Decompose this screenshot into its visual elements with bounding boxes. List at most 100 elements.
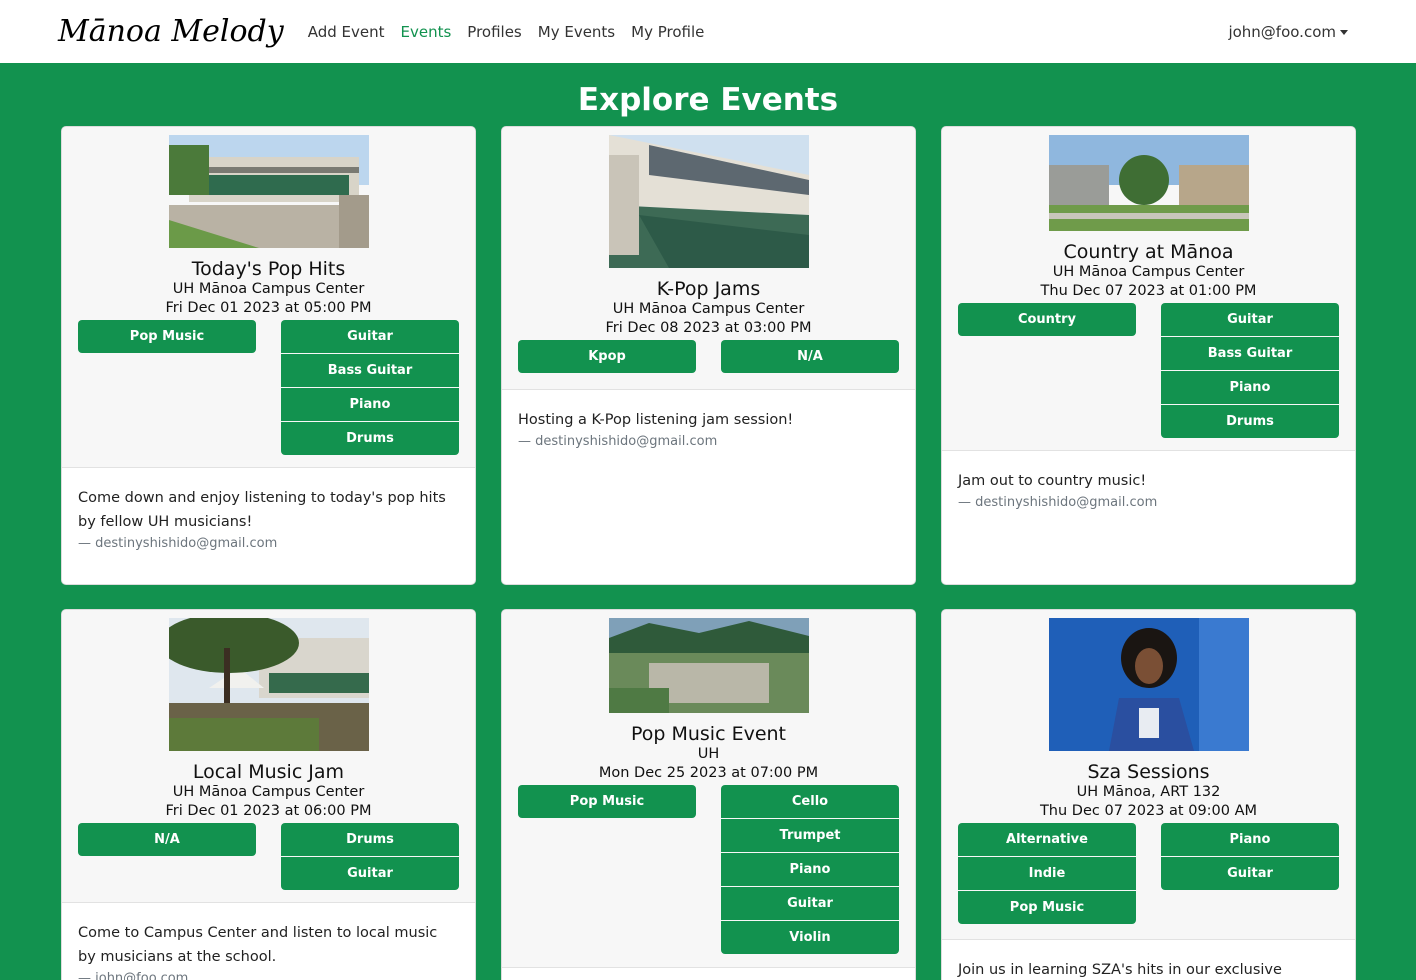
instrument-tags: Cello Trumpet Piano Guitar Violin [721,785,899,955]
instrument-tags: Guitar Bass Guitar Piano Drums [281,320,459,456]
instrument-tag[interactable]: Guitar [1161,303,1339,336]
event-date: Fri Dec 01 2023 at 06:00 PM [165,803,372,819]
genre-tag[interactable]: Kpop [518,340,696,373]
event-date: Fri Dec 08 2023 at 03:00 PM [605,320,812,336]
event-image [608,618,809,713]
event-card-body: Hosting a K-Pop listening jam session! —… [502,390,915,467]
event-author: — destinyshishido@gmail.com [78,536,278,551]
event-card: Today's Pop Hits UH Mānoa Campus Center … [61,126,476,585]
genre-tags: Alternative Indie Pop Music [958,823,1136,925]
instrument-tag[interactable]: Drums [281,823,459,856]
event-location: UH Mānoa Campus Center [612,301,805,317]
nav-events[interactable]: Events [400,23,451,41]
event-card: K-Pop Jams UH Mānoa Campus Center Fri De… [501,126,916,585]
event-card-body [502,968,915,980]
event-card-body: Come down and enjoy listening to today's… [62,468,475,569]
user-email: john@foo.com [1228,22,1336,41]
event-title: Today's Pop Hits [191,258,346,280]
event-location: UH Mānoa Campus Center [172,281,365,297]
genre-tags: Kpop [518,340,696,374]
instrument-tags: Guitar Bass Guitar Piano Drums [1161,303,1339,439]
event-description: Join us in learning SZA's hits in our ex… [958,962,1282,978]
genre-tag[interactable]: N/A [78,823,256,856]
nav-add-event[interactable]: Add Event [308,23,385,41]
brand-logo[interactable]: Mānoa Melody [58,14,284,49]
event-title: K-Pop Jams [656,278,761,300]
genre-tags: Country [958,303,1136,439]
event-tags: Pop Music Guitar Bass Guitar Piano Drums [78,320,459,456]
genre-tag[interactable]: Pop Music [78,320,256,353]
genre-tags: N/A [78,823,256,891]
instrument-tag[interactable]: N/A [721,340,899,373]
caret-down-icon [1340,29,1348,35]
event-image [1048,618,1249,751]
event-title: Pop Music Event [630,723,787,745]
event-date: Thu Dec 07 2023 at 01:00 PM [1040,283,1257,299]
instrument-tag[interactable]: Guitar [721,887,899,920]
event-author: — destinyshishido@gmail.com [958,495,1158,510]
event-title: Local Music Jam [192,761,345,783]
event-card-header: Country at Mānoa UH Mānoa Campus Center … [942,127,1355,451]
event-image [608,135,809,268]
event-date: Fri Dec 01 2023 at 05:00 PM [165,300,372,316]
instrument-tag[interactable]: Bass Guitar [281,354,459,387]
event-location: UH Mānoa Campus Center [1052,264,1245,280]
event-location: UH Mānoa Campus Center [172,784,365,800]
event-description: Come down and enjoy listening to today's… [78,490,446,530]
genre-tag[interactable]: Pop Music [518,785,696,818]
genre-tag[interactable]: Alternative [958,823,1136,856]
event-tags: Country Guitar Bass Guitar Piano Drums [958,303,1339,439]
navbar: Mānoa Melody Add Event Events Profiles M… [0,0,1416,63]
instrument-tags: N/A [721,340,899,374]
event-card: Pop Music Event UH Mon Dec 25 2023 at 07… [501,609,916,980]
instrument-tag[interactable]: Bass Guitar [1161,337,1339,370]
event-description: Hosting a K-Pop listening jam session! [518,412,794,428]
event-date: Mon Dec 25 2023 at 07:00 PM [598,765,819,781]
user-dropdown[interactable]: john@foo.com [1228,23,1348,41]
event-date: Thu Dec 07 2023 at 09:00 AM [1039,803,1258,819]
genre-tag[interactable]: Indie [958,857,1136,890]
genre-tag[interactable]: Pop Music [958,891,1136,924]
event-location: UH [697,746,720,762]
instrument-tag[interactable]: Drums [1161,405,1339,438]
event-tags: N/A Drums Guitar [78,823,459,891]
genre-tag[interactable]: Country [958,303,1136,336]
instrument-tag[interactable]: Piano [1161,823,1339,856]
nav-my-profile[interactable]: My Profile [631,23,704,41]
event-description: Jam out to country music! [958,473,1147,489]
event-image [168,618,369,751]
event-author: — destinyshishido@gmail.com [518,434,718,449]
instrument-tag[interactable]: Piano [1161,371,1339,404]
event-tags: Kpop N/A [518,340,899,374]
instrument-tag[interactable]: Piano [721,853,899,886]
nav-profiles[interactable]: Profiles [467,23,521,41]
instrument-tag[interactable]: Cello [721,785,899,818]
event-image [168,135,369,248]
event-image [1048,135,1249,231]
event-title: Sza Sessions [1087,761,1210,783]
instrument-tags: Piano Guitar [1161,823,1339,925]
event-description: Come to Campus Center and listen to loca… [78,925,438,965]
genre-tags: Pop Music [78,320,256,456]
event-card: Country at Mānoa UH Mānoa Campus Center … [941,126,1356,585]
instrument-tag[interactable]: Drums [281,422,459,455]
nav-my-events[interactable]: My Events [538,23,615,41]
instrument-tag[interactable]: Violin [721,921,899,954]
genre-tags: Pop Music [518,785,696,955]
event-card-body: Come to Campus Center and listen to loca… [62,903,475,980]
event-card-header: K-Pop Jams UH Mānoa Campus Center Fri De… [502,127,915,390]
instrument-tag[interactable]: Guitar [281,320,459,353]
instrument-tag[interactable]: Guitar [281,857,459,890]
instrument-tag[interactable]: Guitar [1161,857,1339,890]
instrument-tag[interactable]: Piano [281,388,459,421]
instrument-tag[interactable]: Trumpet [721,819,899,852]
event-card-header: Local Music Jam UH Mānoa Campus Center F… [62,610,475,903]
event-card-header: Pop Music Event UH Mon Dec 25 2023 at 07… [502,610,915,968]
event-card: Sza Sessions UH Mānoa, ART 132 Thu Dec 0… [941,609,1356,980]
event-card-header: Today's Pop Hits UH Mānoa Campus Center … [62,127,475,468]
event-location: UH Mānoa, ART 132 [1076,784,1221,800]
event-tags: Alternative Indie Pop Music Piano Guitar [958,823,1339,925]
event-card-body: Join us in learning SZA's hits in our ex… [942,940,1355,980]
event-tags: Pop Music Cello Trumpet Piano Guitar Vio… [518,785,899,955]
event-title: Country at Mānoa [1063,241,1234,263]
